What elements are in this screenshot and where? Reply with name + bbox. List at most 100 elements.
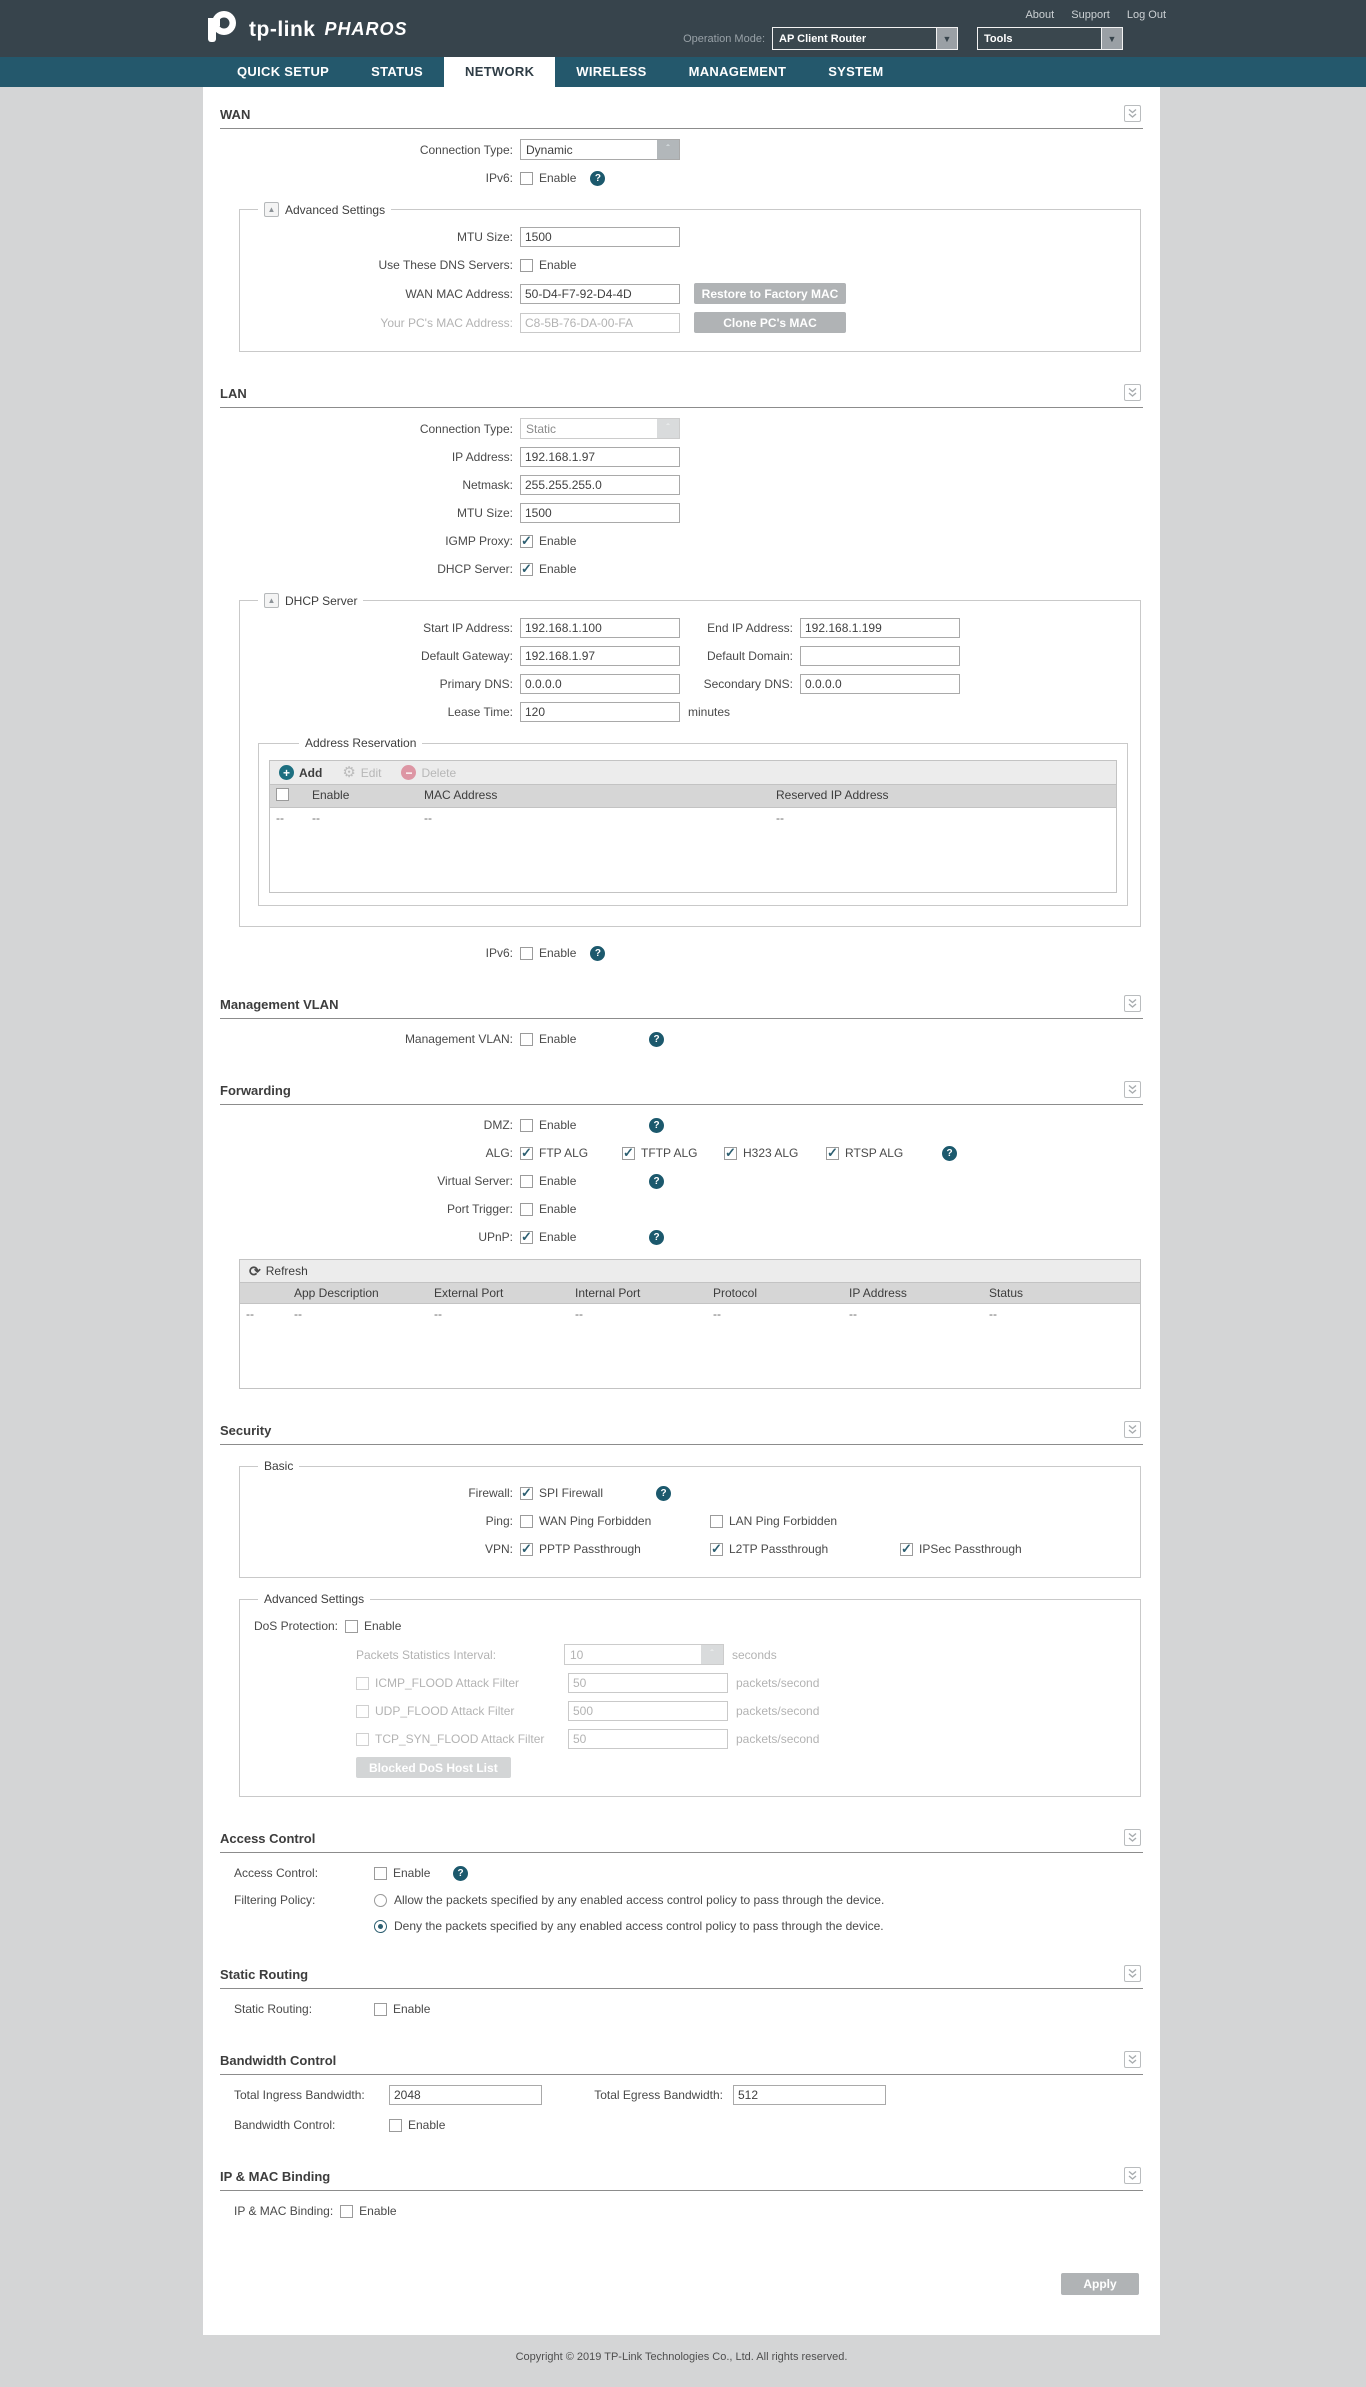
collapse-security-button[interactable] [1124, 1421, 1141, 1438]
clone-pc-mac-button[interactable]: Clone PC's MAC [694, 312, 846, 333]
collapse-wan-button[interactable] [1124, 105, 1141, 122]
about-link[interactable]: About [1025, 9, 1054, 21]
h323-alg-checkbox[interactable] [724, 1145, 737, 1161]
tftp-alg-checkbox[interactable] [622, 1145, 635, 1161]
ipsec-passthrough-checkbox[interactable] [900, 1541, 913, 1557]
collapse-access-control-button[interactable] [1124, 1829, 1141, 1846]
deny-policy-radio[interactable] [374, 1919, 387, 1933]
dhcp-primary-dns-input[interactable] [520, 674, 680, 694]
col-app-description: App Description [294, 1286, 379, 1300]
dhcp-enable-label: Enable [539, 562, 577, 576]
main-nav: QUICK SETUP STATUS NETWORK WIRELESS MANA… [0, 57, 1366, 87]
chevron-down-icon: ˆ [701, 1645, 723, 1664]
dhcp-secondary-dns-label: Secondary DNS: [703, 677, 793, 691]
collapse-up-icon[interactable]: ▲ [264, 593, 279, 608]
collapse-up-icon[interactable]: ▲ [264, 202, 279, 217]
wan-ipv6-enable-checkbox[interactable] [520, 171, 533, 185]
dhcp-start-ip-input[interactable] [520, 618, 680, 638]
dhcp-gateway-input[interactable] [520, 646, 680, 666]
total-egress-bandwidth-input[interactable] [733, 2085, 886, 2105]
collapse-static-routing-button[interactable] [1124, 1965, 1141, 1982]
tab-quick-setup[interactable]: QUICK SETUP [216, 57, 350, 87]
lan-ipv6-enable-checkbox[interactable] [520, 946, 533, 960]
virtual-server-enable-checkbox[interactable] [520, 1174, 533, 1188]
edit-button[interactable]: ⚙ Edit [342, 765, 381, 780]
l2tp-passthrough-checkbox[interactable] [710, 1541, 723, 1557]
ftp-alg-label: FTP ALG [539, 1146, 589, 1160]
dhcp-end-ip-input[interactable] [800, 618, 960, 638]
help-icon[interactable]: ? [649, 1229, 664, 1245]
dmz-enable-checkbox[interactable] [520, 1118, 533, 1132]
apply-button[interactable]: Apply [1061, 2273, 1139, 2295]
wan-mac-input[interactable] [520, 283, 680, 304]
wan-dns-enable-checkbox[interactable] [520, 258, 533, 272]
add-button[interactable]: + Add [279, 765, 322, 780]
lan-ip-input[interactable] [520, 447, 680, 467]
collapse-lan-button[interactable] [1124, 384, 1141, 401]
ip-mac-binding-enable-label: Enable [359, 2204, 397, 2218]
section-title-static-routing: Static Routing [220, 1967, 309, 1982]
tab-network[interactable]: NETWORK [444, 57, 556, 87]
filtering-policy-label: Filtering Policy: [234, 1893, 316, 1907]
firewall-label: Firewall: [468, 1486, 513, 1500]
management-vlan-enable-checkbox[interactable] [520, 1032, 533, 1046]
dhcp-domain-input[interactable] [800, 646, 960, 666]
restore-factory-mac-button[interactable]: Restore to Factory MAC [694, 283, 846, 304]
dos-protection-enable-checkbox[interactable] [345, 1619, 358, 1633]
port-trigger-enable-checkbox[interactable] [520, 1202, 533, 1216]
igmp-proxy-enable-checkbox[interactable] [520, 533, 533, 549]
help-icon[interactable]: ? [649, 1173, 664, 1189]
tab-status[interactable]: STATUS [350, 57, 444, 87]
lan-ping-forbidden-checkbox[interactable] [710, 1514, 723, 1528]
total-ingress-bandwidth-input[interactable] [389, 2085, 542, 2105]
ftp-alg-checkbox[interactable] [520, 1145, 533, 1161]
help-icon[interactable]: ? [942, 1145, 957, 1161]
udp-flood-input [568, 1701, 728, 1721]
pptp-passthrough-checkbox[interactable] [520, 1541, 533, 1557]
help-icon[interactable]: ? [453, 1865, 468, 1881]
logout-link[interactable]: Log Out [1127, 9, 1166, 21]
operation-mode-select[interactable]: AP Client Router ▼ [772, 27, 958, 50]
section-forwarding: Forwarding DMZ: Enable ? ALG: FTP ALG TF… [220, 1081, 1143, 1389]
dhcp-lease-input[interactable] [520, 702, 680, 722]
wan-advanced-settings-fieldset: ▲ Advanced Settings MTU Size: Use These … [239, 202, 1141, 352]
chevron-down-icon: ˆ [657, 419, 679, 438]
delete-button[interactable]: − Delete [401, 765, 456, 780]
wan-ping-forbidden-checkbox[interactable] [520, 1514, 533, 1528]
tools-select[interactable]: Tools ▼ [977, 27, 1123, 50]
lan-mtu-input[interactable] [520, 503, 680, 523]
h323-alg-label: H323 ALG [743, 1146, 799, 1160]
allow-policy-radio[interactable] [374, 1893, 387, 1907]
static-routing-enable-checkbox[interactable] [374, 2002, 387, 2016]
support-link[interactable]: Support [1071, 9, 1110, 21]
tab-management[interactable]: MANAGEMENT [668, 57, 808, 87]
tab-wireless[interactable]: WIRELESS [555, 57, 667, 87]
help-icon[interactable]: ? [656, 1485, 671, 1501]
spi-firewall-checkbox[interactable] [520, 1485, 533, 1501]
dhcp-secondary-dns-input[interactable] [800, 674, 960, 694]
lan-connection-type-label: Connection Type: [419, 421, 513, 436]
help-icon[interactable]: ? [649, 1117, 664, 1133]
collapse-management-vlan-button[interactable] [1124, 995, 1141, 1012]
tab-system[interactable]: SYSTEM [807, 57, 904, 87]
bandwidth-control-enable-checkbox[interactable] [389, 2118, 402, 2132]
collapse-forwarding-button[interactable] [1124, 1081, 1141, 1098]
upnp-enable-checkbox[interactable] [520, 1229, 533, 1245]
lan-netmask-input[interactable] [520, 475, 680, 495]
help-icon[interactable]: ? [649, 1031, 664, 1047]
collapse-ip-mac-binding-button[interactable] [1124, 2167, 1141, 2184]
access-control-enable-checkbox[interactable] [374, 1866, 387, 1880]
collapse-bandwidth-control-button[interactable] [1124, 2051, 1141, 2068]
dhcp-server-enable-checkbox[interactable] [520, 561, 533, 577]
help-icon[interactable]: ? [590, 945, 606, 961]
packets-statistics-interval-select: 10 ˆ [564, 1644, 724, 1665]
refresh-button[interactable]: ⟳ Refresh [249, 1264, 308, 1278]
wan-mtu-input[interactable] [520, 227, 680, 247]
lan-connection-type-select: Static ˆ [520, 418, 680, 439]
select-all-checkbox[interactable] [276, 788, 289, 801]
ip-mac-binding-enable-checkbox[interactable] [340, 2204, 354, 2218]
wan-advanced-legend: Advanced Settings [285, 202, 386, 217]
rtsp-alg-checkbox[interactable] [826, 1145, 839, 1161]
wan-connection-type-select[interactable]: Dynamic ˆ [520, 139, 680, 160]
help-icon[interactable]: ? [590, 170, 606, 186]
